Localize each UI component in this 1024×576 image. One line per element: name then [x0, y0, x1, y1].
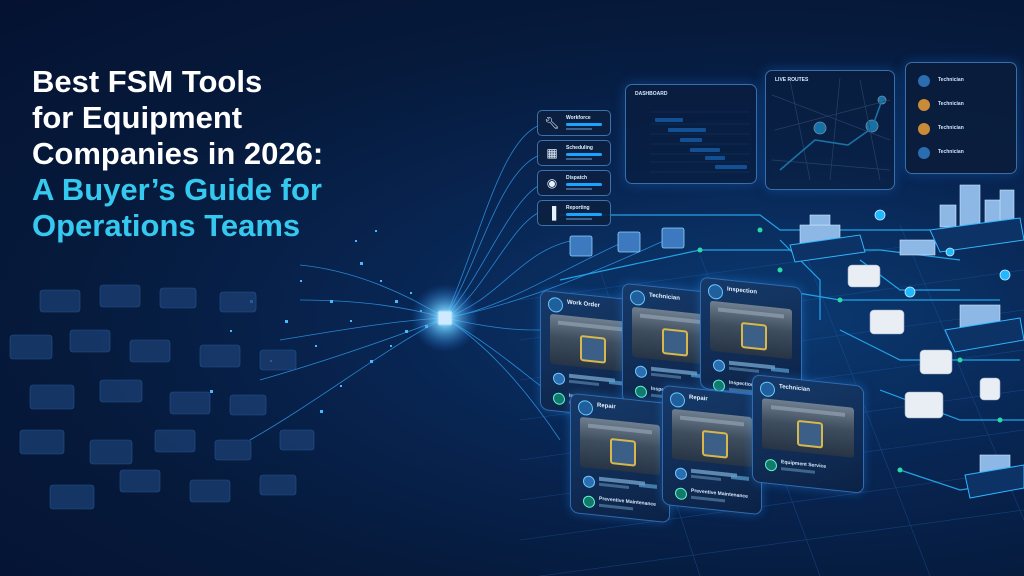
connector-cubes	[569, 227, 685, 257]
card-icon	[630, 289, 645, 307]
card-title: Repair	[689, 394, 708, 403]
card-icon	[670, 391, 685, 409]
location-pin-icon: ◉	[546, 176, 558, 190]
technician-panel: Technician Technician Technician Technic…	[905, 62, 1017, 174]
calendar-icon: ▦	[546, 146, 558, 160]
equipment-photo	[762, 398, 854, 458]
card-title: Technician	[779, 383, 810, 394]
job-card: Repair Preventive Maintenance	[570, 392, 670, 524]
headline: Best FSM Tools for Equipment Companies i…	[32, 64, 392, 244]
card-title: Work Order	[567, 299, 600, 310]
hero-banner: Best FSM Tools for Equipment Companies i…	[0, 0, 1024, 576]
card-icon	[578, 399, 593, 417]
job-card: Technician Equipment Service	[752, 374, 864, 494]
card-title: Inspection	[727, 286, 758, 296]
technician-row: Technician	[938, 101, 964, 107]
card-title: Repair	[597, 402, 616, 411]
schedule-panel-title: DASHBOARD	[635, 91, 668, 97]
schedule-panel: DASHBOARD	[625, 84, 757, 184]
widget-label: Workforce	[566, 115, 591, 121]
equipment-photo	[580, 416, 660, 476]
equipment-photo	[672, 408, 752, 468]
workforce-widget: 🔧︎ Workforce	[537, 110, 611, 136]
technician-row: Technician	[938, 149, 964, 155]
avatar	[918, 75, 930, 87]
reporting-widget: ▐ Reporting	[537, 200, 611, 226]
equipment-photo	[550, 313, 630, 373]
widget-label: Dispatch	[566, 175, 588, 181]
scheduling-widget: ▦ Scheduling	[537, 140, 611, 166]
card-icon	[548, 296, 563, 314]
job-card: Repair Preventive Maintenance	[662, 384, 762, 516]
card-icon	[708, 283, 723, 301]
map-panel-title: LIVE ROUTES	[775, 77, 809, 83]
avatar	[918, 123, 930, 135]
widget-label: Scheduling	[566, 145, 593, 151]
card-title: Technician	[649, 292, 680, 302]
map-panel: LIVE ROUTES	[765, 70, 895, 190]
hub-node	[437, 310, 453, 326]
equipment-photo	[710, 300, 792, 360]
data-particles	[210, 230, 428, 413]
avatar	[918, 147, 930, 159]
chart-icon: ▐	[547, 206, 557, 220]
card-icon	[760, 380, 775, 398]
avatar	[918, 99, 930, 111]
headline-line-cyan: A Buyer’s Guide for Operations Teams	[32, 172, 322, 243]
headline-line-white: Best FSM Tools for Equipment Companies i…	[32, 64, 324, 171]
dispatch-widget: ◉ Dispatch	[537, 170, 611, 196]
widget-label: Reporting	[566, 205, 590, 211]
wrench-icon: 🔧︎	[544, 116, 560, 130]
message-bubbles	[9, 284, 315, 510]
technician-row: Technician	[938, 77, 964, 83]
technician-row: Technician	[938, 125, 964, 131]
